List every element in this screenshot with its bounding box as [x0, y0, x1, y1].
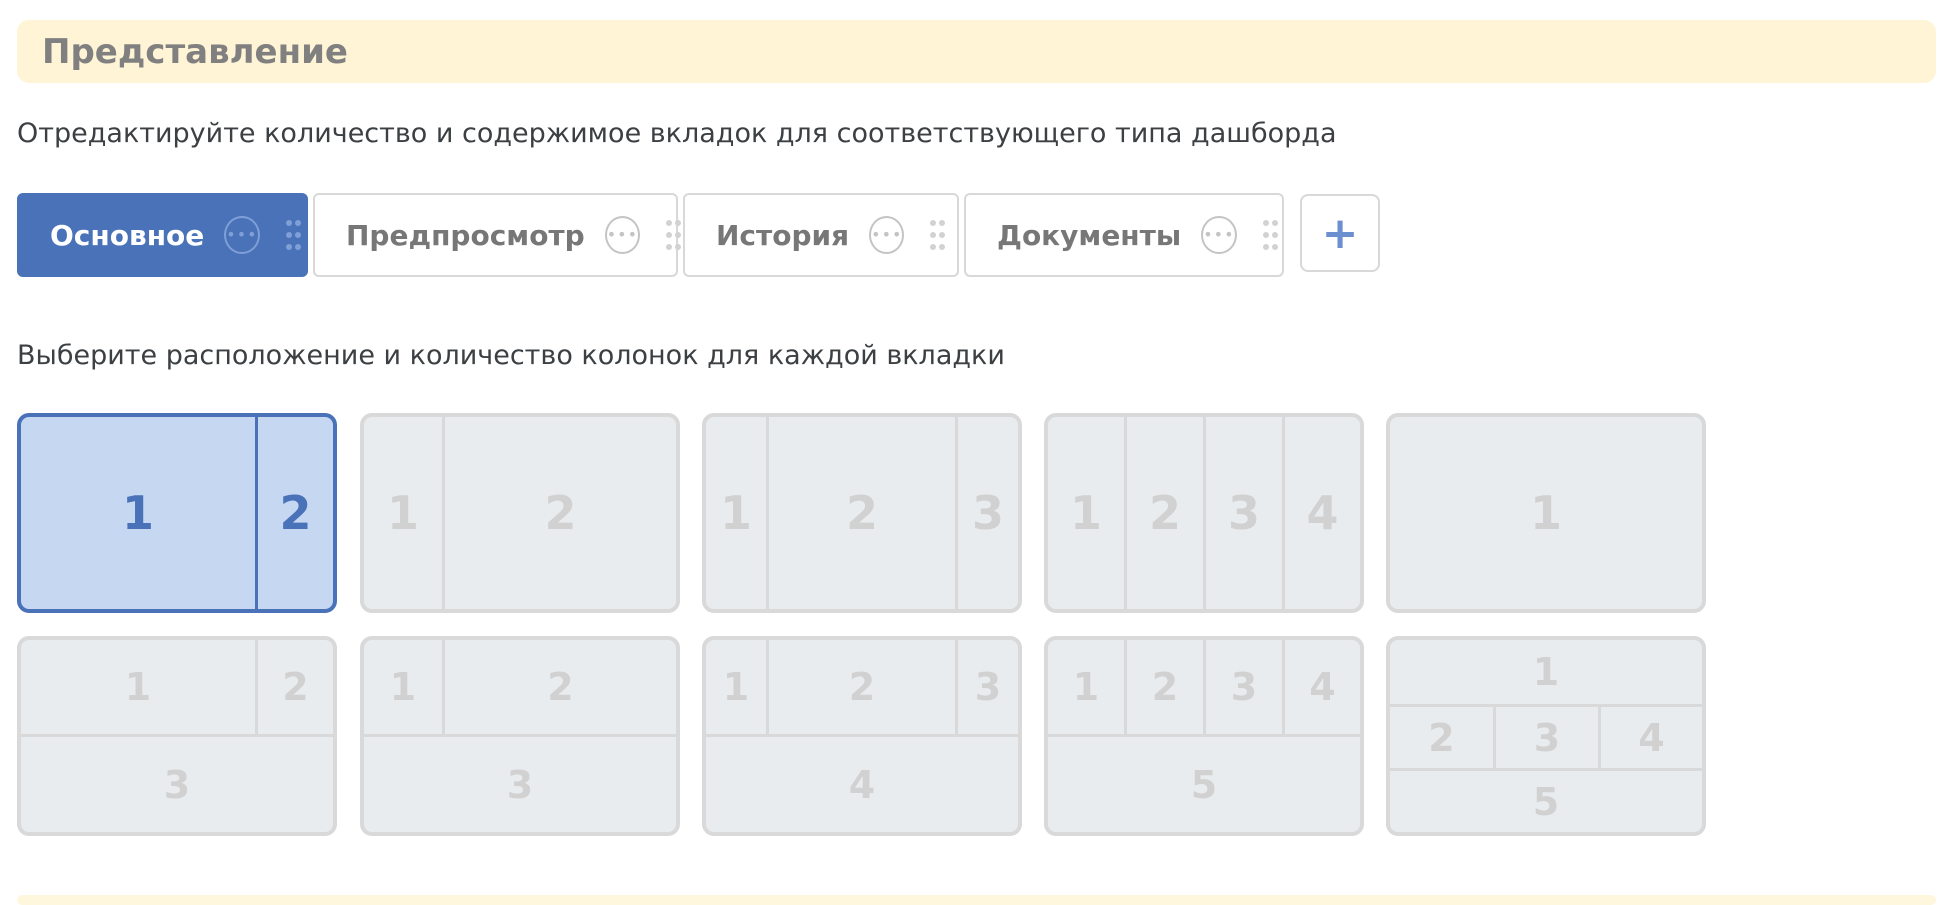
- layout-cell: 3: [163, 762, 191, 807]
- layout-cell: 4: [848, 762, 876, 807]
- layout-cell: 1: [386, 486, 419, 540]
- layout-cell: 2: [848, 665, 876, 709]
- tab-bar: Основное ••• Предпросмотр ••• История ••…: [17, 193, 1289, 277]
- layout-cell: 1: [722, 665, 750, 709]
- layout-option-4col[interactable]: 1 2 3 4: [1044, 413, 1364, 613]
- more-horizontal-icon[interactable]: •••: [869, 216, 905, 254]
- tab-label: Документы: [997, 218, 1182, 252]
- layout-option-1col[interactable]: 1: [1386, 413, 1706, 613]
- more-horizontal-icon[interactable]: •••: [224, 216, 260, 254]
- layout-cell: 3: [971, 486, 1004, 540]
- layout-option-2col-wide-right[interactable]: 1 2: [360, 413, 680, 613]
- next-section-header: [17, 895, 1936, 905]
- layout-cell: 1: [121, 486, 154, 540]
- layout-cell: 1: [1532, 650, 1560, 694]
- tab-predprosmotr[interactable]: Предпросмотр •••: [313, 193, 682, 277]
- tab-istoriya[interactable]: История •••: [683, 193, 959, 277]
- layout-cell: 1: [1529, 486, 1562, 540]
- layout-cell: 3: [1533, 715, 1561, 760]
- drag-handle-icon[interactable]: [1262, 214, 1278, 256]
- add-tab-button[interactable]: +: [1300, 194, 1380, 272]
- layout-cell: 2: [282, 665, 309, 709]
- layouts-description: Выберите расположение и количество колон…: [17, 340, 1005, 371]
- layout-cell: 5: [1190, 762, 1218, 807]
- layout-option-3col[interactable]: 1 2 3: [702, 413, 1022, 613]
- section-title: Представление: [42, 31, 348, 72]
- layout-cell: 4: [1638, 715, 1665, 760]
- layout-cell: 1: [124, 665, 152, 709]
- layout-cell: 5: [1532, 779, 1560, 824]
- layout-option-4col-footer[interactable]: 1 2 3 4 5: [1044, 636, 1364, 836]
- tab-label: Предпросмотр: [346, 218, 585, 252]
- layout-option-2col-wide-left-footer[interactable]: 1 2 3: [17, 636, 337, 836]
- layout-cell: 1: [719, 486, 752, 540]
- layout-option-header-3col-footer[interactable]: 1 2 3 4 5: [1386, 636, 1706, 836]
- layout-option-3col-footer[interactable]: 1 2 3 4: [702, 636, 1022, 836]
- section-header: Представление: [17, 20, 1936, 83]
- tab-osnovnoe[interactable]: Основное •••: [17, 193, 308, 277]
- tab-label: История: [716, 218, 850, 252]
- layout-cell: 2: [1428, 715, 1455, 760]
- layout-cell: 1: [1072, 665, 1100, 709]
- tab-label: Основное: [50, 218, 205, 252]
- layout-option-2col-wide-left[interactable]: 1 2: [17, 413, 337, 613]
- drag-handle-icon[interactable]: [930, 214, 946, 256]
- layout-cell: 2: [1151, 665, 1179, 709]
- layout-cell: 2: [279, 486, 312, 540]
- layout-cell: 3: [1230, 665, 1258, 709]
- more-horizontal-icon[interactable]: •••: [604, 216, 641, 254]
- layout-cell: 2: [547, 665, 574, 709]
- layout-option-2col-wide-right-footer[interactable]: 1 2 3: [360, 636, 680, 836]
- layout-cell: 2: [544, 486, 577, 540]
- drag-handle-icon[interactable]: [285, 214, 301, 256]
- layout-cell: 2: [845, 486, 878, 540]
- plus-icon: +: [1321, 207, 1359, 259]
- layout-cell: 3: [1227, 486, 1260, 540]
- layout-cell: 1: [1069, 486, 1102, 540]
- layout-cell: 2: [1148, 486, 1181, 540]
- layout-cell: 4: [1309, 665, 1336, 709]
- more-horizontal-icon[interactable]: •••: [1201, 216, 1237, 254]
- layout-cell: 1: [389, 665, 417, 709]
- layout-cell: 4: [1306, 486, 1339, 540]
- tab-dokumenty[interactable]: Документы •••: [964, 193, 1284, 277]
- drag-handle-icon[interactable]: [666, 214, 682, 256]
- layout-cell: 3: [506, 762, 534, 807]
- layout-cell: 3: [974, 665, 1002, 709]
- tabs-description: Отредактируйте количество и содержимое в…: [17, 118, 1337, 149]
